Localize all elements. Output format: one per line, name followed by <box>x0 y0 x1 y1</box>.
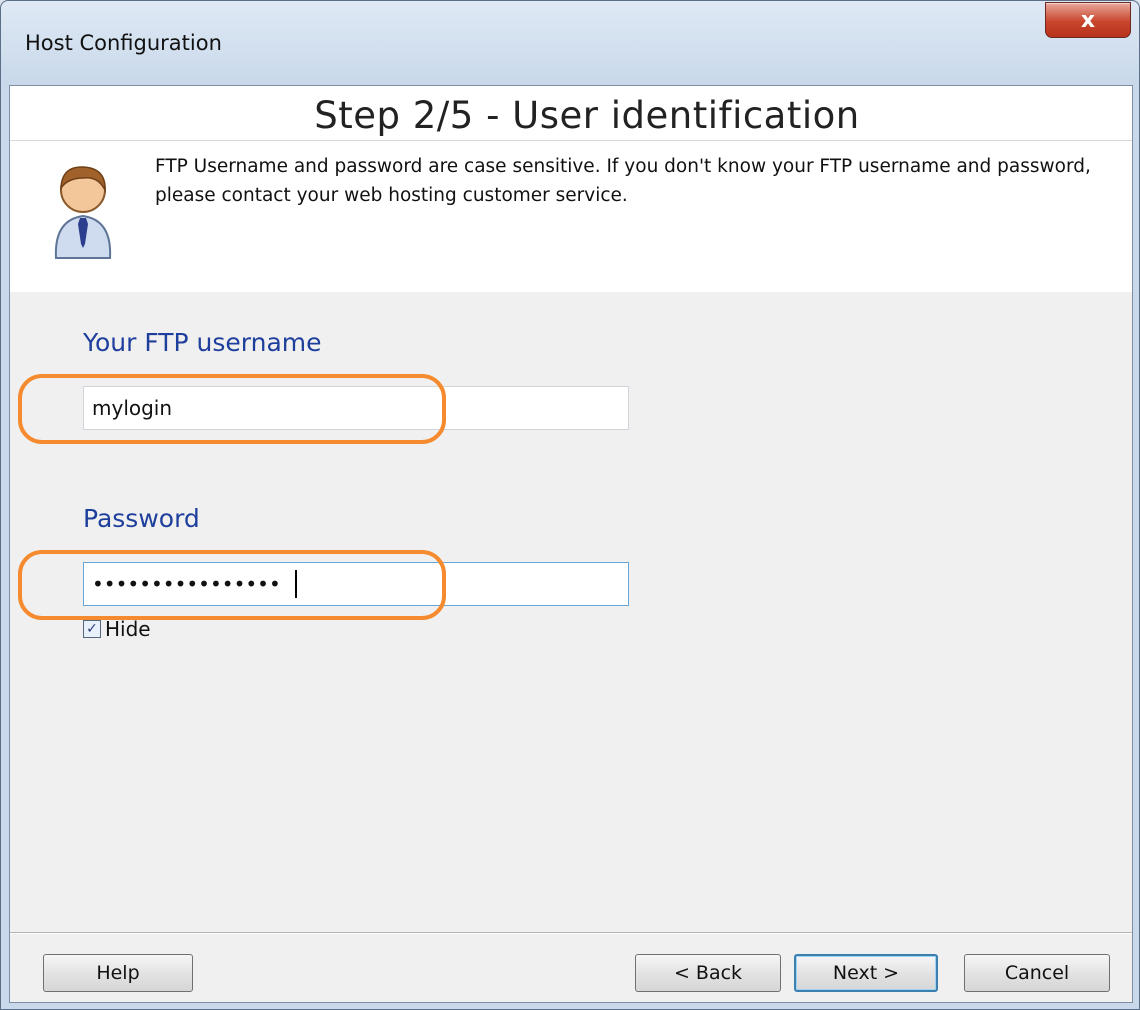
wizard-header: Step 2/5 - User identification FTP Usern… <box>10 86 1132 292</box>
window-title: Host Configuration <box>25 31 222 55</box>
checkbox-checked-icon[interactable]: ✓ <box>83 620 101 638</box>
username-label: Your FTP username <box>83 328 322 357</box>
cancel-button[interactable]: Cancel <box>964 954 1110 992</box>
user-icon <box>54 166 112 259</box>
info-text: FTP Username and password are case sensi… <box>155 156 1091 206</box>
password-highlight <box>18 550 446 620</box>
hide-password-checkbox[interactable]: ✓ Hide <box>83 617 151 641</box>
header-divider <box>10 140 1132 141</box>
back-button[interactable]: < Back <box>635 954 781 992</box>
close-icon: x <box>1080 7 1096 33</box>
footer-divider <box>10 932 1132 933</box>
title-bar[interactable]: Host Configuration x <box>1 1 1139 85</box>
close-button[interactable]: x <box>1045 2 1131 38</box>
dialog-body: Step 2/5 - User identification FTP Usern… <box>9 85 1133 1003</box>
host-configuration-window: Host Configuration x Step 2/5 - User ide… <box>0 0 1140 1010</box>
next-button[interactable]: Next > <box>794 954 938 992</box>
password-label: Password <box>83 504 200 533</box>
step-title: Step 2/5 - User identification <box>314 94 860 137</box>
help-button[interactable]: Help <box>43 954 193 992</box>
hide-label: Hide <box>105 617 151 641</box>
username-highlight <box>18 374 446 444</box>
